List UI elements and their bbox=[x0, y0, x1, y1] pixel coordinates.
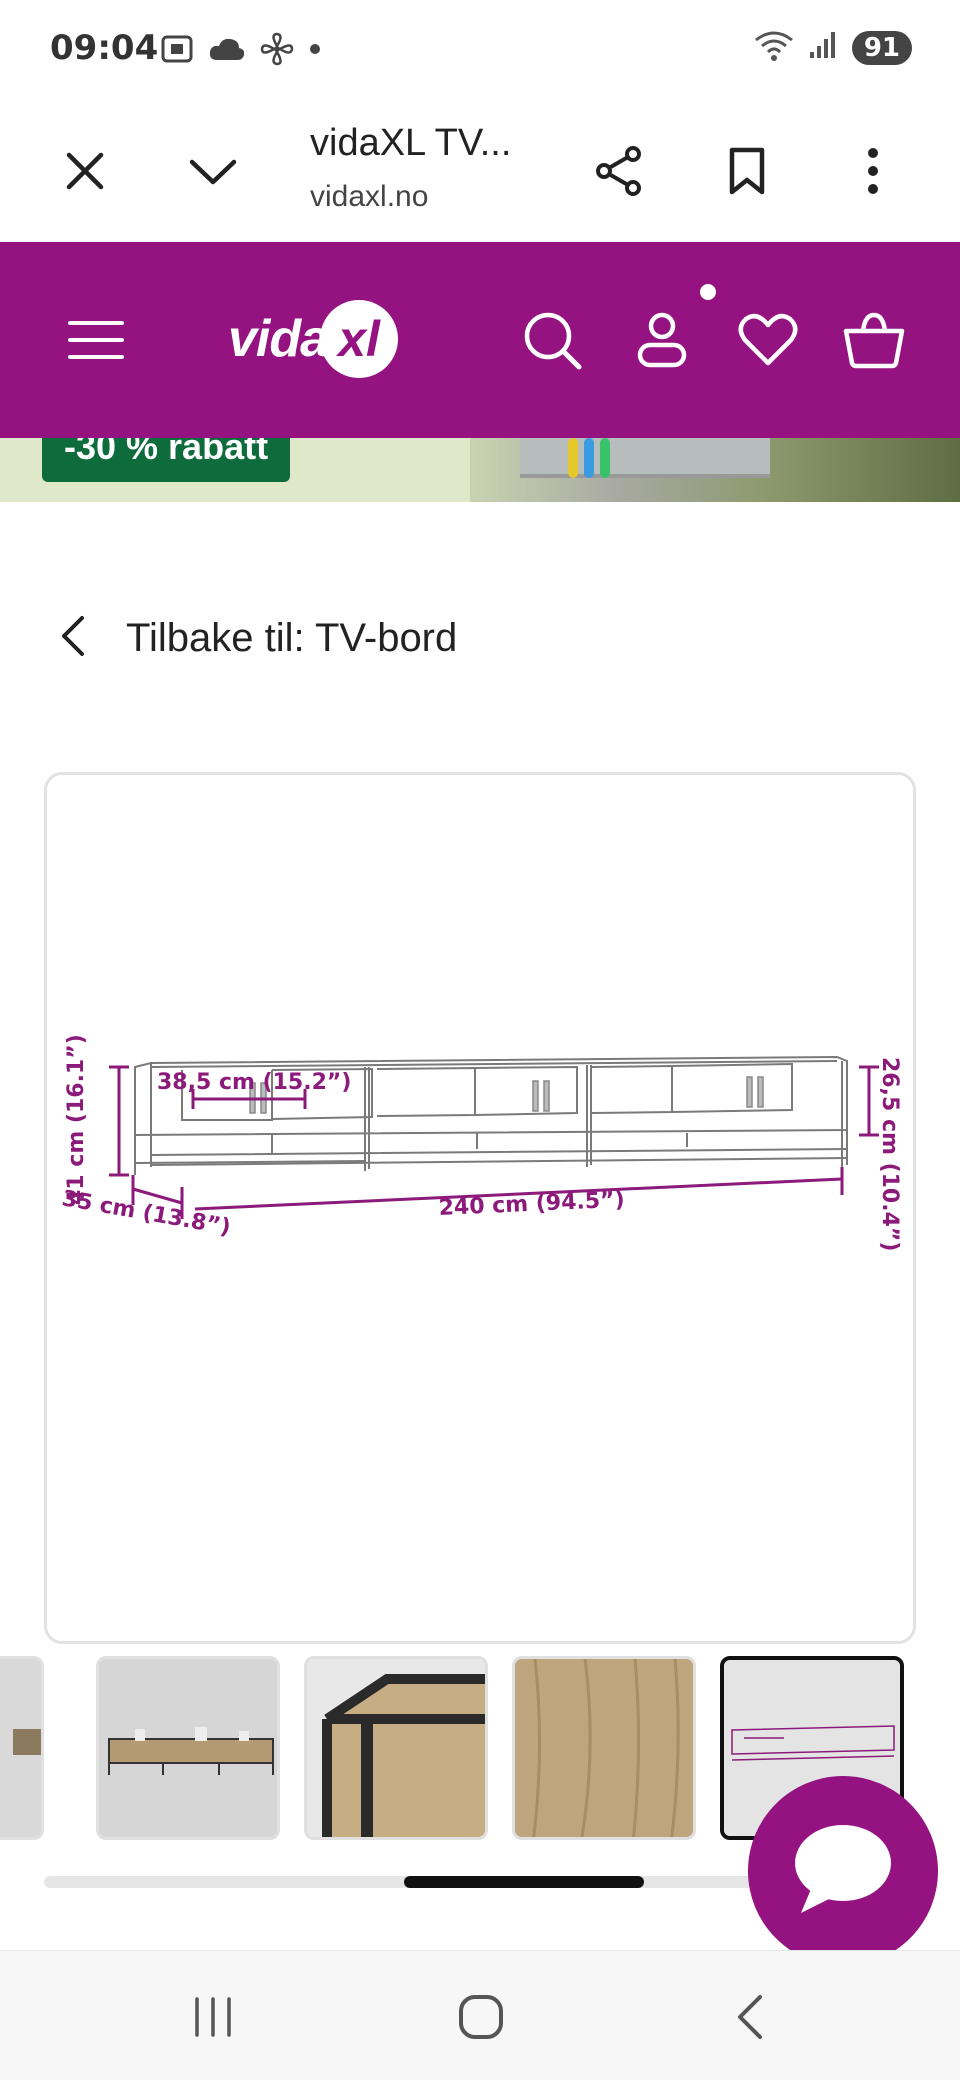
product-dimension-drawing: 41 cm (16.1”) 35 cm (13.8”) 240 cm (94.5… bbox=[60, 1034, 902, 1251]
back-icon[interactable] bbox=[714, 1987, 784, 2047]
more-options-icon[interactable] bbox=[838, 136, 908, 206]
back-to-category-link[interactable]: Tilbake til: TV-bord bbox=[60, 614, 457, 663]
dimension-width-label: 240 cm (94.5”) bbox=[438, 1188, 625, 1221]
notification-dot bbox=[700, 284, 716, 300]
logo-mark: xl bbox=[320, 300, 399, 378]
close-icon[interactable] bbox=[50, 136, 120, 206]
back-link-label: Tilbake til: TV-bord bbox=[126, 616, 458, 660]
system-nav-bar bbox=[0, 1950, 960, 2080]
status-icons-left bbox=[160, 32, 322, 71]
dimension-height-label: 41 cm (16.1”) bbox=[64, 1034, 89, 1205]
chevron-left-icon bbox=[60, 614, 86, 663]
thumbnail-scrollbar-thumb[interactable] bbox=[404, 1876, 644, 1888]
basket-icon[interactable] bbox=[836, 302, 912, 378]
thumb-partial[interactable] bbox=[0, 1656, 44, 1840]
account-icon[interactable] bbox=[624, 302, 700, 378]
screenshot-icon bbox=[160, 34, 194, 69]
signal-icon bbox=[808, 30, 838, 65]
fan-icon bbox=[260, 32, 294, 71]
page-title: vidaXL TV... bbox=[310, 122, 512, 164]
page-domain: vidaxl.no bbox=[310, 180, 429, 213]
dimension-cabinet-height-label: 26,5 cm (10.4”) bbox=[877, 1057, 902, 1251]
home-icon[interactable] bbox=[446, 1987, 516, 2047]
logo-text: vida bbox=[228, 310, 329, 368]
status-bar: 09:04 91 bbox=[0, 0, 960, 100]
cloud-icon bbox=[208, 36, 246, 67]
menu-icon[interactable] bbox=[58, 302, 134, 378]
chat-button[interactable] bbox=[748, 1776, 938, 1966]
chat-bubble-icon bbox=[791, 1821, 895, 1922]
status-icons-right: 91 bbox=[754, 28, 912, 67]
status-time: 09:04 bbox=[50, 28, 159, 68]
discount-badge: -30 % rabatt bbox=[42, 438, 291, 482]
dimension-compartment-label: 38,5 cm (15.2”) bbox=[157, 1070, 351, 1095]
thumb-front-view[interactable] bbox=[96, 1656, 280, 1840]
page: 09:04 91 vidaXL TV... vidaxl.no vida xl … bbox=[0, 0, 960, 2080]
promo-banner[interactable]: -30 % rabatt bbox=[0, 438, 960, 502]
search-icon[interactable] bbox=[514, 302, 590, 378]
thumb-wood-texture[interactable] bbox=[512, 1656, 696, 1840]
thumb-corner-detail[interactable] bbox=[304, 1656, 488, 1840]
thumbnail-scrollbar[interactable] bbox=[44, 1876, 864, 1888]
browser-toolbar: vidaXL TV... vidaxl.no bbox=[0, 100, 960, 242]
chevron-down-icon[interactable] bbox=[178, 136, 248, 206]
dimension-depth-label: 35 cm (13.8”) bbox=[60, 1186, 232, 1240]
pool-noodle-blue bbox=[584, 438, 594, 478]
pool-noodle-green bbox=[600, 438, 610, 478]
vidaxl-logo[interactable]: vida xl bbox=[228, 294, 428, 384]
battery-icon: 91 bbox=[851, 30, 912, 65]
dot-icon bbox=[308, 42, 322, 61]
bookmark-icon[interactable] bbox=[712, 136, 782, 206]
share-icon[interactable] bbox=[584, 136, 654, 206]
site-header: vida xl bbox=[0, 242, 960, 438]
wifi-icon bbox=[754, 28, 794, 67]
recent-apps-icon[interactable] bbox=[178, 1987, 248, 2047]
heart-icon[interactable] bbox=[730, 302, 806, 378]
product-image-gallery[interactable]: 41 cm (16.1”) 35 cm (13.8”) 240 cm (94.5… bbox=[44, 772, 916, 1644]
promo-pool-image bbox=[520, 438, 770, 478]
pool-noodle-yellow bbox=[568, 438, 578, 478]
